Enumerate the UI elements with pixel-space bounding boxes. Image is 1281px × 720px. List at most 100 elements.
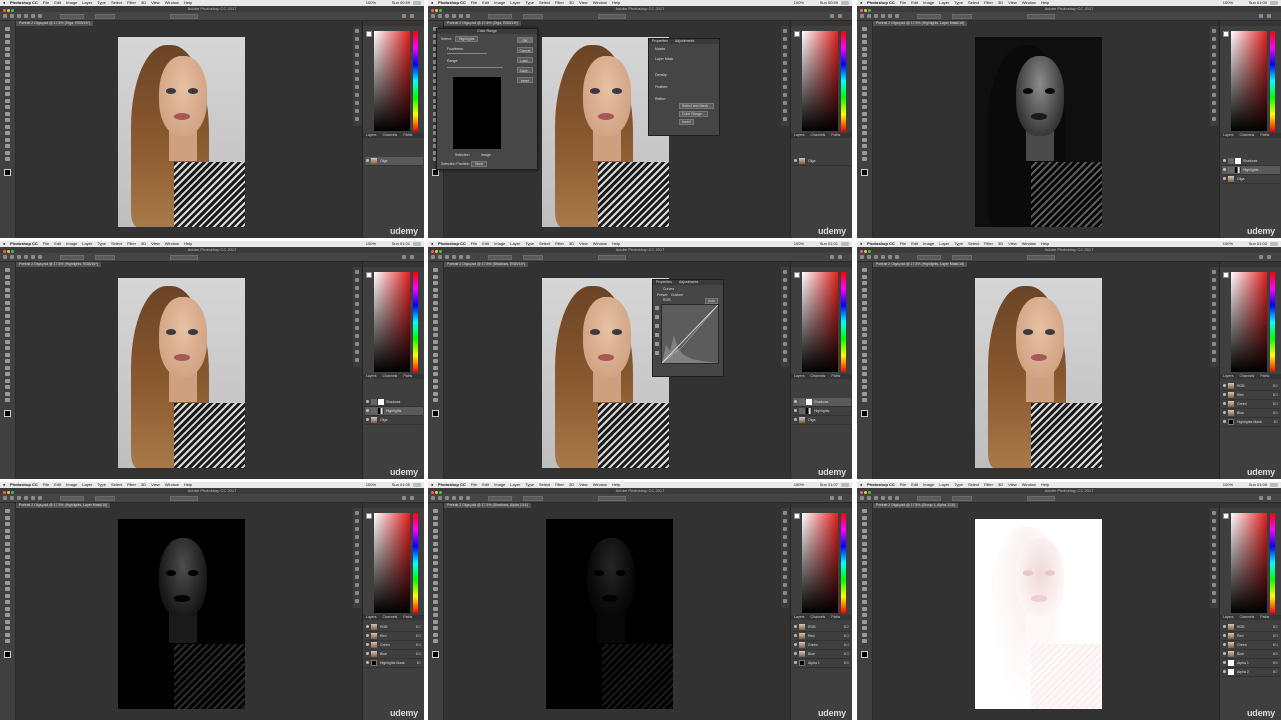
lasso-tool-icon[interactable] — [862, 281, 867, 285]
visibility-eye-icon[interactable] — [794, 400, 797, 403]
workspace-icon[interactable] — [1267, 14, 1271, 18]
lasso-tool-icon[interactable] — [5, 522, 10, 526]
color-picker-field[interactable] — [1231, 513, 1267, 613]
menu-item[interactable]: Edit — [54, 482, 61, 487]
option-tool-icon[interactable] — [881, 14, 885, 18]
channel-row[interactable]: Blue ⌘5 — [793, 650, 851, 659]
menu-item[interactable]: Help — [612, 241, 620, 246]
eyedropper-tool-icon[interactable] — [433, 541, 438, 546]
panel-shortcut-icon[interactable] — [783, 29, 787, 33]
tab-channels[interactable]: Channels — [383, 133, 398, 137]
panel-shortcut-icon[interactable] — [355, 302, 359, 306]
menu-item[interactable]: Window — [593, 482, 607, 487]
gradient-tool-icon[interactable] — [862, 339, 867, 344]
menu-item[interactable]: Image — [494, 0, 505, 5]
move-tool-icon[interactable] — [5, 27, 10, 31]
panel-shortcut-icon[interactable] — [1212, 567, 1216, 571]
brush-tool-icon[interactable] — [433, 313, 438, 318]
panel-shortcut-icon[interactable] — [355, 342, 359, 346]
gradient-tool-icon[interactable] — [5, 580, 10, 585]
option-tool-icon[interactable] — [888, 496, 892, 500]
menu-item[interactable]: Image — [923, 241, 934, 246]
menubar-controls-icon[interactable] — [1270, 483, 1278, 487]
visibility-eye-icon[interactable] — [794, 418, 797, 421]
menu-item[interactable]: Photoshop CC — [438, 0, 466, 5]
panel-shortcut-icon[interactable] — [355, 101, 359, 105]
image-radio[interactable]: Image — [481, 153, 491, 157]
visibility-eye-icon[interactable] — [794, 634, 797, 637]
curves-tool-icon[interactable] — [655, 306, 659, 310]
menu-item[interactable]: Layer — [82, 0, 92, 5]
channel-row[interactable]: Alpha 2 ⌘7 — [1222, 668, 1280, 677]
option-tool-icon[interactable] — [24, 496, 28, 500]
menu-item[interactable]: Edit — [911, 0, 918, 5]
search-icon[interactable] — [402, 14, 406, 18]
invert-button[interactable]: Invert — [517, 77, 533, 83]
type-tool-icon[interactable] — [433, 606, 438, 611]
color-picker-field[interactable] — [802, 272, 838, 372]
panel-shortcut-icon[interactable] — [355, 543, 359, 547]
path-select-tool-icon[interactable] — [5, 613, 10, 617]
option-tool-icon[interactable] — [888, 14, 892, 18]
menu-item[interactable]: Image — [494, 241, 505, 246]
pen-tool-icon[interactable] — [5, 359, 10, 363]
marquee-tool-icon[interactable] — [862, 33, 867, 38]
eraser-tool-icon[interactable] — [5, 92, 10, 96]
option-tool-icon[interactable] — [31, 496, 35, 500]
option-field[interactable] — [598, 495, 626, 501]
menu-item[interactable]: Edit — [911, 482, 918, 487]
tab-layers[interactable]: Layers — [794, 615, 805, 619]
tab-paths[interactable]: Paths — [831, 133, 840, 137]
panel-shortcut-icon[interactable] — [783, 278, 787, 282]
crop-tool-icon[interactable] — [862, 294, 867, 298]
menu-item[interactable]: Help — [1041, 482, 1049, 487]
tab-channels[interactable]: Channels — [1240, 374, 1255, 378]
gradient-tool-icon[interactable] — [433, 339, 438, 344]
more-tools-icon[interactable] — [5, 639, 10, 643]
color-picker-field[interactable] — [374, 272, 410, 372]
document-tab[interactable]: Portrait 2 Olga.psd @ 17.5% (Highlights,… — [873, 21, 968, 26]
foreground-background-swatches[interactable] — [4, 410, 13, 419]
menu-item[interactable]: Edit — [482, 482, 489, 487]
healing-tool-icon[interactable] — [862, 548, 867, 552]
visibility-eye-icon[interactable] — [1223, 177, 1226, 180]
range-slider[interactable] — [447, 67, 503, 68]
panel-shortcut-icon[interactable] — [355, 69, 359, 73]
panel-shortcut-icon[interactable] — [355, 511, 359, 515]
menu-item[interactable]: Type — [525, 0, 534, 5]
brush-tool-icon[interactable] — [862, 313, 867, 318]
more-tools-icon[interactable] — [433, 639, 438, 643]
zoom-tool-icon[interactable] — [433, 391, 438, 396]
blur-tool-icon[interactable] — [5, 346, 10, 350]
clone-stamp-tool-icon[interactable] — [862, 561, 867, 565]
option-field[interactable] — [952, 254, 972, 260]
panel-shortcut-icon[interactable] — [1212, 37, 1216, 41]
visibility-eye-icon[interactable] — [1223, 670, 1226, 673]
history-brush-tool-icon[interactable] — [862, 326, 867, 331]
blur-tool-icon[interactable] — [862, 346, 867, 350]
zoom-tool-icon[interactable] — [5, 632, 10, 637]
layer-mask-thumbnail[interactable] — [806, 399, 812, 405]
visibility-eye-icon[interactable] — [1223, 634, 1226, 637]
quick-select-tool-icon[interactable] — [433, 528, 438, 533]
layer-row[interactable]: Shadows — [365, 398, 423, 407]
history-brush-tool-icon[interactable] — [433, 567, 438, 572]
panel-shortcut-icon[interactable] — [783, 101, 787, 105]
type-tool-icon[interactable] — [862, 365, 867, 370]
tab-properties[interactable]: Properties — [652, 39, 668, 43]
history-brush-tool-icon[interactable] — [5, 85, 10, 90]
tab-layers[interactable]: Layers — [794, 133, 805, 137]
option-tool-icon[interactable] — [867, 14, 871, 18]
invert-button[interactable]: Invert — [679, 119, 694, 125]
more-tools-icon[interactable] — [5, 398, 10, 402]
panel-shortcut-icon[interactable] — [355, 310, 359, 314]
healing-tool-icon[interactable] — [862, 66, 867, 70]
menu-item[interactable]: Select — [968, 0, 979, 5]
eraser-tool-icon[interactable] — [433, 574, 438, 578]
panel-shortcut-icon[interactable] — [1212, 294, 1216, 298]
menu-item[interactable]: Window — [165, 0, 179, 5]
panel-shortcut-icon[interactable] — [1212, 53, 1216, 57]
menu-item[interactable]: Filter — [555, 241, 564, 246]
menu-item[interactable]: Select — [968, 241, 979, 246]
option-tool-icon[interactable] — [10, 14, 14, 18]
